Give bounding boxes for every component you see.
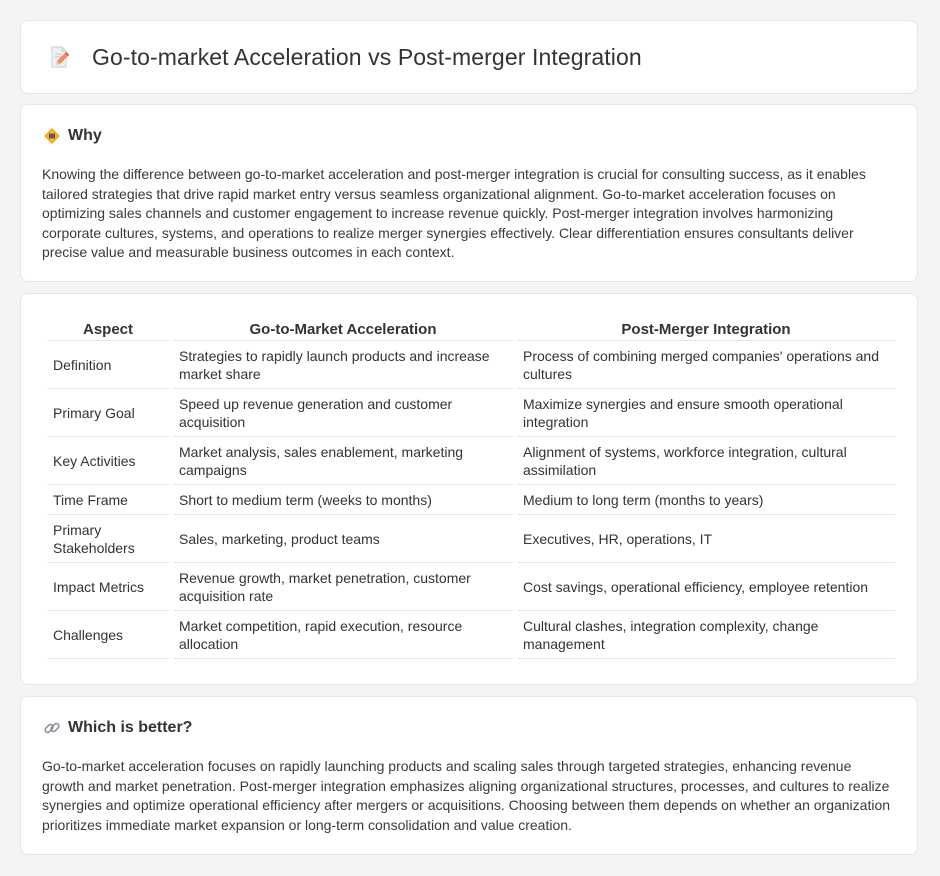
row-go-to-market: Revenue growth, market penetration, cust… xyxy=(173,563,513,611)
why-heading: Why xyxy=(43,127,102,145)
table-row: Primary Goal Speed up revenue generation… xyxy=(47,389,895,437)
row-go-to-market: Strategies to rapidly launch products an… xyxy=(173,341,513,389)
why-section: Why Knowing the difference between go-to… xyxy=(20,104,918,282)
row-aspect: Primary Stakeholders xyxy=(47,515,169,563)
table-row: Primary Stakeholders Sales, marketing, p… xyxy=(47,515,895,563)
page-title: Go-to-market Acceleration vs Post-merger… xyxy=(92,43,642,70)
which-is-better-section: Which is better? Go-to-market accelerati… xyxy=(20,696,918,855)
row-post-merger: Process of combining merged companies' o… xyxy=(517,341,895,389)
column-header-aspect: Aspect xyxy=(47,316,169,341)
row-aspect: Time Frame xyxy=(47,485,169,515)
row-post-merger: Alignment of systems, workforce integrat… xyxy=(517,437,895,485)
table-row: Time Frame Short to medium term (weeks t… xyxy=(47,485,895,515)
which-is-better-title: Which is better? xyxy=(68,719,193,736)
row-aspect: Key Activities xyxy=(47,437,169,485)
column-header-post-merger: Post-Merger Integration xyxy=(517,316,895,341)
row-go-to-market: Speed up revenue generation and customer… xyxy=(173,389,513,437)
diamond-signal-icon xyxy=(43,127,61,145)
row-go-to-market: Market analysis, sales enablement, marke… xyxy=(173,437,513,485)
link-icon xyxy=(43,719,61,737)
table-row: Impact Metrics Revenue growth, market pe… xyxy=(47,563,895,611)
why-body: Knowing the difference between go-to-mar… xyxy=(42,166,866,261)
table-row: Challenges Market competition, rapid exe… xyxy=(47,611,895,659)
table-row: Key Activities Market analysis, sales en… xyxy=(47,437,895,485)
table-header-row: Aspect Go-to-Market Acceleration Post-Me… xyxy=(47,316,895,341)
row-aspect: Impact Metrics xyxy=(47,563,169,611)
row-go-to-market: Market competition, rapid execution, res… xyxy=(173,611,513,659)
row-go-to-market: Short to medium term (weeks to months) xyxy=(173,485,513,515)
comparison-table: Aspect Go-to-Market Acceleration Post-Me… xyxy=(43,316,899,659)
why-title: Why xyxy=(68,127,102,144)
row-aspect: Primary Goal xyxy=(47,389,169,437)
document-pencil-icon xyxy=(47,45,71,69)
row-post-merger: Cost savings, operational efficiency, em… xyxy=(517,563,895,611)
column-header-go-to-market: Go-to-Market Acceleration xyxy=(173,316,513,341)
row-aspect: Definition xyxy=(47,341,169,389)
which-is-better-heading: Which is better? xyxy=(43,719,192,737)
row-post-merger: Executives, HR, operations, IT xyxy=(517,515,895,563)
row-post-merger: Medium to long term (months to years) xyxy=(517,485,895,515)
row-go-to-market: Sales, marketing, product teams xyxy=(173,515,513,563)
row-aspect: Challenges xyxy=(47,611,169,659)
row-post-merger: Maximize synergies and ensure smooth ope… xyxy=(517,389,895,437)
comparison-section: Aspect Go-to-Market Acceleration Post-Me… xyxy=(20,293,918,685)
which-is-better-body: Go-to-market acceleration focuses on rap… xyxy=(42,758,891,833)
table-row: Definition Strategies to rapidly launch … xyxy=(47,341,895,389)
row-post-merger: Cultural clashes, integration complexity… xyxy=(517,611,895,659)
title-card: Go-to-market Acceleration vs Post-merger… xyxy=(20,20,918,94)
